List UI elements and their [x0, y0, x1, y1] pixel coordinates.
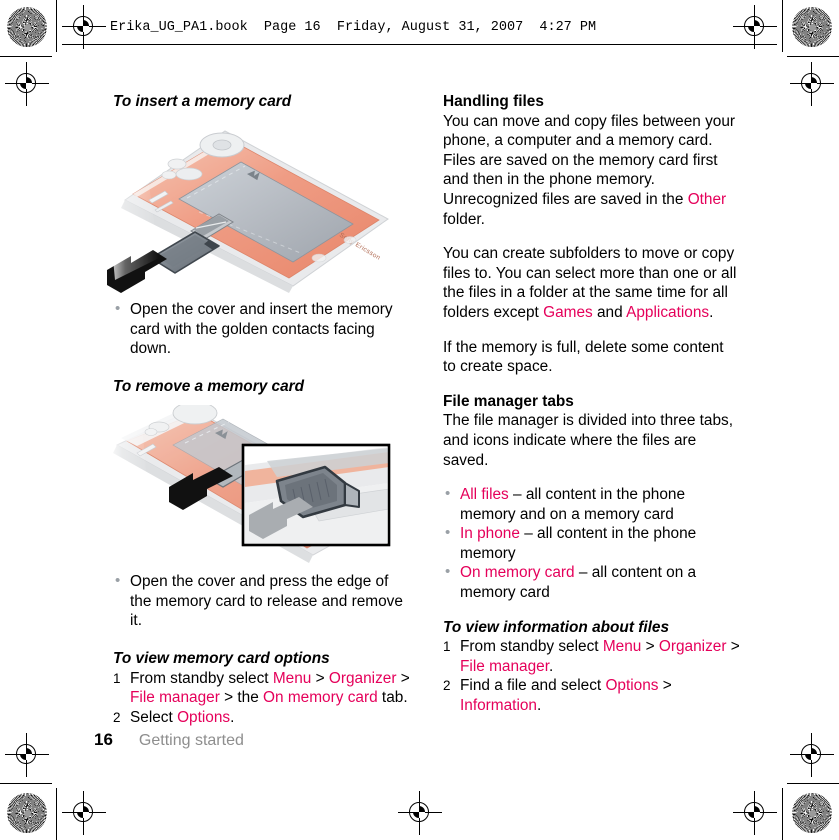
- heading-handling-files: Handling files: [443, 93, 544, 110]
- insert-instructions-list: Open the cover and insert the memory car…: [113, 299, 410, 359]
- step-item: From standby select Menu > Organizer > F…: [443, 637, 740, 675]
- paragraph-file-manager-tabs: The file manager is divided into three t…: [443, 412, 734, 469]
- crop-line-top-left-vertical: [56, 0, 58, 52]
- phone-illustration: Sony Ericsson: [107, 130, 389, 293]
- ui-reference: On memory card: [460, 564, 575, 582]
- list-item: Open the cover and insert the memory car…: [113, 299, 410, 359]
- step-item: Select Options.: [113, 708, 235, 727]
- figure-remove-memory-card: [107, 401, 410, 571]
- registration-target-top-right-inner: [733, 5, 777, 49]
- figure-insert-memory-card: Sony Ericsson: [107, 118, 410, 299]
- ui-reference: On memory card: [263, 689, 378, 707]
- registration-star-top-right: [792, 7, 832, 47]
- left-column: To insert a memory card Sony Ericsson • …: [107, 92, 410, 728]
- crop-line-right-upper-horizontal: [787, 56, 839, 58]
- registration-star-bottom-right: [792, 793, 832, 833]
- header-rule: [62, 44, 777, 46]
- registration-target-right-upper: [790, 62, 834, 106]
- registration-star-bottom-left: [7, 793, 47, 833]
- heading-view-file-information: To view information about files: [443, 618, 670, 636]
- registration-target-bottom-center: [398, 791, 442, 835]
- crop-line-bottom-right-vertical: [782, 788, 784, 840]
- page-number: 16: [94, 730, 113, 749]
- crop-line-right-lower-horizontal: [787, 783, 839, 785]
- right-column: Handling files You can move and copy fil…: [443, 92, 740, 716]
- ui-reference: Menu: [272, 669, 312, 687]
- heading-insert-memory-card: To insert a memory card: [113, 93, 292, 110]
- ui-reference: Information: [460, 697, 537, 715]
- crop-line-left-lower-horizontal: [0, 783, 52, 785]
- ui-reference: Options: [177, 708, 231, 726]
- registration-target-top-left-inner: [62, 5, 106, 49]
- list-item: Open the cover and press the edge of the…: [113, 571, 410, 631]
- paragraph-memory-full: If the memory is full, delete some conte…: [443, 338, 724, 376]
- paragraph-subfolders: You can create subfolders to move or cop…: [443, 245, 737, 321]
- registration-target-bottom-right-inner: [733, 791, 777, 835]
- heading-file-manager-tabs: File manager tabs: [443, 392, 574, 410]
- header-file-line: Erika_UG_PA1.book Page 16 Friday, August…: [110, 20, 597, 35]
- memory-card-options-steps: From standby select Menu > Organizer > F…: [113, 669, 410, 728]
- file-manager-tab-list: All files – all content in the phone mem…: [443, 484, 740, 603]
- ui-reference: File manager: [460, 657, 549, 675]
- ui-reference: Options: [605, 677, 659, 695]
- list-item: All files – all content in the phone mem…: [443, 484, 740, 524]
- ui-reference: Applications: [626, 303, 710, 321]
- crop-line-bottom-left-vertical: [56, 788, 58, 840]
- paragraph-handling-files: You can move and copy files between your…: [443, 112, 736, 228]
- heading-view-memory-card-options: To view memory card options: [113, 649, 330, 667]
- step-item: From standby select Menu > Organizer > F…: [113, 669, 410, 707]
- ui-reference: Other: [687, 190, 727, 208]
- inset-detail-box: [241, 443, 391, 546]
- list-item: On memory card – all content on a memory…: [443, 562, 740, 602]
- registration-star-top-left: [7, 7, 47, 47]
- ui-reference: Games: [543, 303, 593, 321]
- registration-target-bottom-left-inner: [62, 791, 106, 835]
- crop-line-left-upper-horizontal: [0, 56, 52, 58]
- ui-reference: In phone: [460, 525, 520, 543]
- heading-remove-memory-card: To remove a memory card: [113, 377, 305, 395]
- step-item: Find a file and select Options > Informa…: [443, 676, 672, 715]
- ui-reference: Organizer: [328, 669, 397, 687]
- registration-target-right-lower: [790, 733, 834, 777]
- ui-reference: Organizer: [658, 638, 727, 656]
- manual-page: Erika_UG_PA1.book Page 16 Friday, August…: [0, 0, 839, 840]
- chapter-name: Getting started: [138, 732, 244, 749]
- list-item: In phone – all content in the phone memo…: [443, 523, 740, 563]
- registration-target-left-lower: [5, 733, 49, 777]
- registration-target-left-upper: [5, 62, 49, 106]
- ui-reference: All files: [460, 486, 509, 504]
- crop-line-top-right-vertical: [782, 0, 784, 52]
- ui-reference: Menu: [602, 638, 642, 656]
- remove-instructions-list: Open the cover and press the edge of the…: [113, 571, 410, 631]
- file-information-steps: From standby select Menu > Organizer > F…: [443, 637, 740, 715]
- ui-reference: File manager: [130, 689, 220, 707]
- page-footer: 16 Getting started: [94, 730, 244, 750]
- phone-bottom-illustration: [107, 401, 391, 563]
